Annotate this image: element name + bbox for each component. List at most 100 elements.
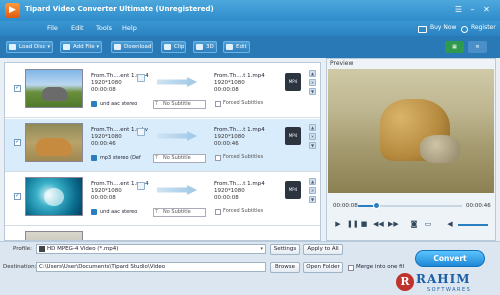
row-checkbox[interactable] — [14, 138, 21, 146]
volume-slider[interactable] — [458, 224, 488, 226]
checkbox[interactable] — [348, 265, 354, 271]
close-icon[interactable]: ✕ — [309, 133, 316, 140]
source-resolution: 1920*1080 — [91, 188, 122, 194]
move-up-icon[interactable]: ▲ — [309, 70, 316, 77]
close-icon[interactable]: ✕ — [309, 79, 316, 86]
video-thumbnail[interactable] — [25, 69, 83, 108]
move-down-icon[interactable]: ▼ — [309, 196, 316, 203]
profile-label: Profile: — [13, 246, 32, 252]
current-time: 00:00:08 — [333, 203, 358, 209]
edit-label: Edit — [236, 44, 247, 50]
seek-handle[interactable] — [372, 202, 380, 209]
open-folder-button[interactable]: Open Folder — [303, 262, 343, 273]
edit-icon[interactable] — [137, 128, 145, 136]
browse-button[interactable]: Browse — [270, 262, 300, 273]
3d-button[interactable]: 3D — [193, 41, 217, 53]
menu-file[interactable]: File — [47, 24, 58, 32]
add-file-label: Add File — [73, 44, 95, 50]
close-icon[interactable]: ✕ — [309, 187, 316, 194]
download-label: Download — [124, 44, 152, 50]
checkbox[interactable] — [215, 101, 221, 107]
format-icon[interactable]: MP4 — [285, 73, 301, 91]
minimize-button[interactable]: – — [467, 4, 478, 15]
apply-to-all-button[interactable]: Apply to All — [303, 244, 343, 255]
profile-select[interactable]: HD MPEG-4 Video (*.mp4) ▾ — [36, 244, 266, 254]
subtitle-select[interactable]: T No Subtitle — [153, 154, 206, 163]
fast-forward-icon[interactable]: ▶▶ — [388, 220, 399, 228]
audio-track-value: und aac stereo — [100, 101, 138, 107]
audio-track-value: mp3 stereo (Def — [100, 155, 141, 161]
convert-label: Convert — [433, 254, 467, 263]
forced-subtitles-checkbox[interactable]: Forced Subtitles — [215, 208, 263, 215]
output-resolution: 1920*1080 — [214, 188, 245, 194]
preview-video[interactable] — [328, 69, 494, 193]
forced-subtitles-checkbox[interactable]: Forced Subtitles — [215, 154, 263, 161]
snapshot-icon[interactable]: ◙ — [410, 220, 418, 228]
volume-icon[interactable]: ◀ — [446, 220, 454, 228]
checkbox[interactable] — [215, 209, 221, 215]
subtitle-select[interactable]: T No Subtitle — [153, 208, 206, 217]
load-disc-button[interactable]: Load Disc ▾ — [6, 41, 53, 53]
format-icon[interactable]: MP4 — [285, 181, 301, 199]
list-item[interactable]: From.Th....ent 1.mp4 1920*1080 00:00:08 … — [5, 173, 320, 226]
move-up-icon[interactable]: ▲ — [309, 124, 316, 131]
menu-icon[interactable]: ☰ — [453, 4, 464, 15]
source-duration: 00:00:08 — [91, 87, 116, 93]
list-item[interactable]: From.Th....ent 1.mkv 1920*1080 00:00:46 … — [5, 119, 320, 172]
window-title: Tipard Video Converter Ultimate (Unregis… — [25, 5, 214, 13]
seek-bar[interactable] — [358, 202, 462, 209]
play-icon[interactable]: ▶ — [334, 220, 342, 228]
stop-icon[interactable]: ■ — [360, 220, 368, 228]
row-checkbox[interactable] — [14, 84, 21, 92]
chevron-down-icon[interactable]: ▾ — [96, 42, 99, 52]
menu-help[interactable]: Help — [122, 24, 137, 32]
forced-subtitles-checkbox[interactable]: Forced Subtitles — [215, 100, 264, 107]
merge-view-icon[interactable]: ▦ — [445, 41, 464, 53]
destination-field[interactable]: C:\Users\User\Documents\Tipard Studio\Vi… — [36, 262, 266, 272]
chevron-down-icon[interactable]: ▾ — [47, 42, 50, 52]
video-thumbnail[interactable] — [25, 231, 83, 240]
chevron-down-icon[interactable]: ▾ — [260, 245, 263, 253]
video-thumbnail[interactable] — [25, 177, 83, 216]
move-down-icon[interactable]: ▼ — [309, 88, 316, 95]
edit-button[interactable]: Edit — [223, 41, 250, 53]
folder-icon[interactable]: ▭ — [424, 220, 432, 228]
audio-track-select[interactable]: und aac stereo — [91, 100, 146, 109]
watermark-logo: R RAHIM SOFTWARES — [392, 272, 500, 295]
edit-icon[interactable] — [137, 74, 145, 82]
move-up-icon[interactable]: ▲ — [309, 178, 316, 185]
checkbox[interactable] — [215, 155, 221, 161]
watermark-name: RAHIM — [416, 272, 471, 286]
settings-button[interactable]: Settings — [270, 244, 300, 255]
menu-edit[interactable]: Edit — [71, 24, 84, 32]
source-resolution: 1920*1080 — [91, 80, 122, 86]
edit-icon — [226, 44, 233, 50]
list-item[interactable] — [5, 227, 320, 240]
subtitle-select[interactable]: T No Subtitle — [153, 100, 206, 109]
convert-button[interactable]: Convert — [415, 250, 485, 267]
audio-track-select[interactable]: und aac stereo — [91, 208, 146, 217]
add-file-button[interactable]: Add File ▾ — [60, 41, 102, 53]
move-down-icon[interactable]: ▼ — [309, 142, 316, 149]
edit-icon[interactable] — [137, 182, 145, 190]
clip-button[interactable]: Clip — [161, 41, 186, 53]
buy-now-link[interactable]: Buy Now — [430, 24, 456, 31]
forced-subtitles-label: Forced Subtitles — [223, 100, 264, 106]
format-icon[interactable]: MP4 — [285, 127, 301, 145]
subtitle-value: No Subtitle — [163, 209, 191, 215]
audio-track-select[interactable]: mp3 stereo (Def — [91, 154, 146, 163]
key-icon — [461, 26, 468, 33]
output-duration: 00:00:08 — [214, 87, 239, 93]
menu-tools[interactable]: Tools — [96, 24, 112, 32]
merge-checkbox[interactable]: Merge into one fil — [348, 264, 404, 271]
download-button[interactable]: Download — [111, 41, 153, 53]
video-thumbnail[interactable] — [25, 123, 83, 162]
row-checkbox[interactable] — [14, 192, 21, 200]
pause-icon[interactable]: ❚❚ — [347, 220, 359, 228]
close-button[interactable]: ✕ — [481, 4, 492, 15]
3d-icon — [196, 44, 203, 50]
rewind-icon[interactable]: ◀◀ — [373, 220, 384, 228]
list-item[interactable]: From.Th....ent 1.mp4 1920*1080 00:00:08 … — [5, 65, 320, 118]
list-view-icon[interactable]: ≡ — [468, 41, 487, 53]
register-link[interactable]: Register — [471, 24, 496, 31]
